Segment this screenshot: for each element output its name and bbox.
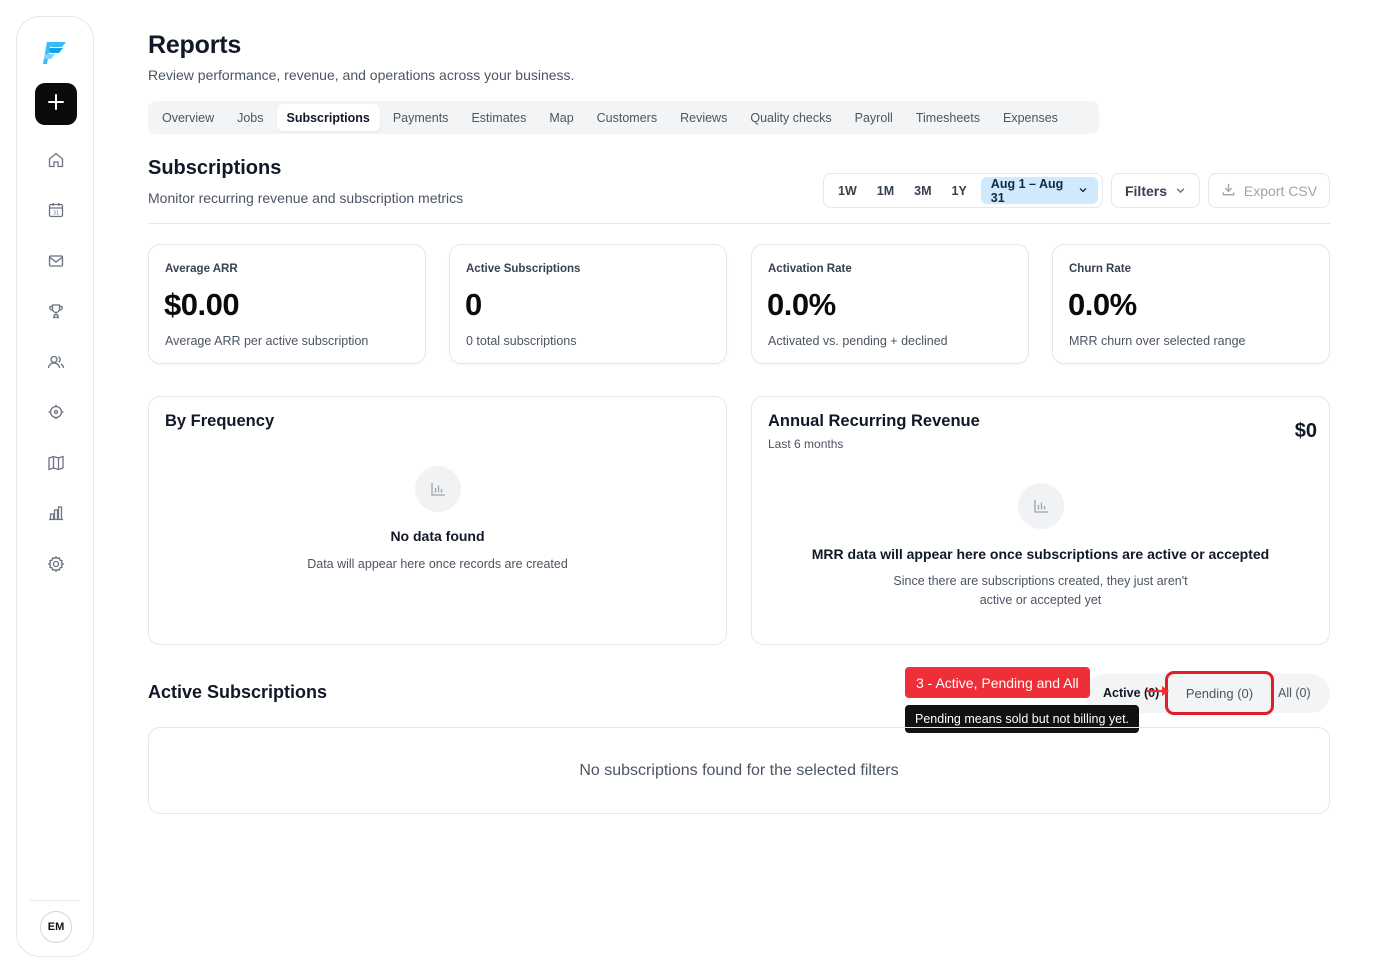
date-range-dropdown[interactable]: Aug 1 – Aug 31 bbox=[980, 176, 1098, 205]
home-icon[interactable] bbox=[45, 149, 67, 171]
target-icon[interactable] bbox=[45, 401, 67, 423]
export-label: Export CSV bbox=[1243, 182, 1318, 199]
tab-timesheets[interactable]: Timesheets bbox=[906, 104, 990, 131]
range-1y-button[interactable]: 1Y bbox=[942, 178, 977, 204]
range-1m-button[interactable]: 1M bbox=[867, 178, 904, 204]
arr-total: $0 bbox=[1294, 420, 1317, 442]
tab-reviews[interactable]: Reviews bbox=[670, 104, 737, 131]
filters-label: Filters bbox=[1124, 182, 1167, 199]
date-range-selector: 1W 1M 3M 1Y Aug 1 – Aug 31 bbox=[823, 173, 1103, 208]
annotation-arrow-icon bbox=[1146, 686, 1169, 696]
bar-chart-icon[interactable] bbox=[45, 502, 67, 524]
empty-table-message: No subscriptions found for the selected … bbox=[579, 761, 899, 779]
date-range-label: Aug 1 – Aug 31 bbox=[990, 176, 1064, 205]
annual-recurring-revenue-panel: Annual Recurring Revenue Last 6 months $… bbox=[751, 396, 1330, 645]
sidebar-divider bbox=[30, 900, 80, 901]
logo-icon[interactable] bbox=[39, 36, 73, 70]
tab-map[interactable]: Map bbox=[539, 104, 583, 131]
empty-state-description-line2: active or accepted yet bbox=[979, 593, 1102, 607]
stat-value: 0.0% bbox=[1068, 287, 1137, 322]
stat-label: Activation Rate bbox=[768, 263, 852, 275]
stat-description: 0 total subscriptions bbox=[466, 334, 577, 348]
section-title: Subscriptions bbox=[148, 157, 282, 179]
tab-subscriptions[interactable]: Subscriptions bbox=[276, 104, 380, 131]
stat-description: Average ARR per active subscription bbox=[165, 334, 369, 348]
stat-value: 0 bbox=[465, 287, 482, 322]
range-1w-button[interactable]: 1W bbox=[828, 178, 867, 204]
empty-state-description: Data will appear here once records are c… bbox=[307, 557, 568, 571]
stat-label: Churn Rate bbox=[1069, 263, 1131, 275]
stat-description: Activated vs. pending + declined bbox=[768, 334, 948, 348]
sidebar: 31 EM bbox=[16, 16, 94, 957]
report-tabs: Overview Jobs Subscriptions Payments Est… bbox=[148, 101, 1099, 134]
stat-card-average-arr: Average ARR $0.00 Average ARR per active… bbox=[148, 244, 426, 364]
by-frequency-panel: By Frequency No data found Data will app… bbox=[148, 396, 727, 645]
panel-title: Annual Recurring Revenue bbox=[768, 412, 980, 430]
stat-card-active-subscriptions: Active Subscriptions 0 0 total subscript… bbox=[449, 244, 727, 364]
stat-card-churn-rate: Churn Rate 0.0% MRR churn over selected … bbox=[1052, 244, 1330, 364]
download-icon bbox=[1221, 182, 1236, 200]
tab-estimates[interactable]: Estimates bbox=[461, 104, 536, 131]
subscriptions-empty-table: No subscriptions found for the selected … bbox=[148, 727, 1330, 814]
chevron-down-icon bbox=[1078, 184, 1088, 198]
mail-icon[interactable] bbox=[45, 250, 67, 272]
tab-payments[interactable]: Payments bbox=[383, 104, 459, 131]
empty-state-title: MRR data will appear here once subscript… bbox=[811, 546, 1270, 562]
tab-customers[interactable]: Customers bbox=[587, 104, 667, 131]
stat-value: $0.00 bbox=[164, 287, 240, 322]
annotation-callout: 3 - Active, Pending and All bbox=[905, 667, 1090, 698]
calendar-icon[interactable]: 31 bbox=[45, 199, 67, 221]
export-csv-button[interactable]: Export CSV bbox=[1208, 173, 1330, 208]
stat-description: MRR churn over selected range bbox=[1069, 334, 1246, 348]
section-subtitle: Monitor recurring revenue and subscripti… bbox=[148, 190, 464, 206]
stat-card-activation-rate: Activation Rate 0.0% Activated vs. pendi… bbox=[751, 244, 1029, 364]
avatar-initials: EM bbox=[47, 921, 65, 933]
stat-label: Average ARR bbox=[165, 263, 238, 275]
trophy-icon[interactable] bbox=[45, 300, 67, 322]
svg-text:31: 31 bbox=[53, 211, 59, 217]
page-title: Reports bbox=[148, 31, 242, 59]
empty-state-description-line1: Since there are subscriptions created, t… bbox=[893, 574, 1188, 588]
tab-overview[interactable]: Overview bbox=[152, 104, 224, 131]
create-new-button[interactable] bbox=[35, 83, 77, 125]
page-subtitle: Review performance, revenue, and operati… bbox=[148, 67, 575, 83]
users-icon[interactable] bbox=[45, 351, 67, 373]
chart-placeholder-icon bbox=[415, 466, 461, 512]
segment-pending[interactable]: Pending (0) bbox=[1165, 671, 1274, 715]
panel-subtitle: Last 6 months bbox=[768, 437, 844, 451]
map-icon[interactable] bbox=[45, 452, 67, 474]
plus-icon bbox=[47, 93, 65, 116]
tab-quality-checks[interactable]: Quality checks bbox=[740, 104, 841, 131]
tab-jobs[interactable]: Jobs bbox=[227, 104, 273, 131]
chevron-down-icon bbox=[1175, 183, 1186, 199]
stat-label: Active Subscriptions bbox=[466, 263, 581, 275]
panel-title: By Frequency bbox=[165, 412, 275, 430]
chart-placeholder-icon bbox=[1018, 483, 1064, 529]
range-3m-button[interactable]: 3M bbox=[904, 178, 941, 204]
stat-value: 0.0% bbox=[767, 287, 836, 322]
avatar[interactable]: EM bbox=[40, 911, 72, 943]
gear-icon[interactable] bbox=[45, 553, 67, 575]
divider bbox=[148, 223, 1330, 224]
empty-state-title: No data found bbox=[390, 528, 485, 544]
filters-button[interactable]: Filters bbox=[1111, 173, 1200, 208]
active-subscriptions-title: Active Subscriptions bbox=[148, 682, 328, 702]
tab-expenses[interactable]: Expenses bbox=[993, 104, 1068, 131]
segment-all[interactable]: All (0) bbox=[1278, 686, 1311, 700]
tab-payroll[interactable]: Payroll bbox=[845, 104, 903, 131]
